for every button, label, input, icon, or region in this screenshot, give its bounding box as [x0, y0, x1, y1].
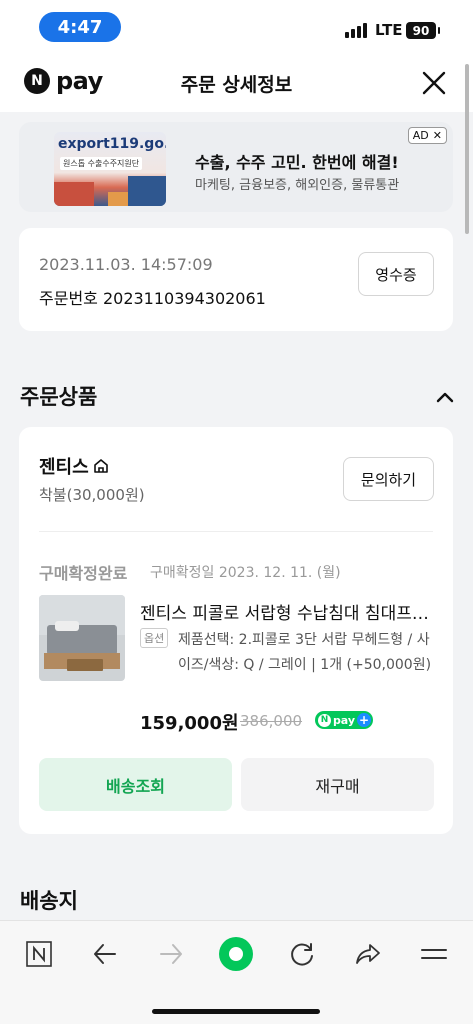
- option-text: 제품선택: 2.피콜로 3단 서랍 무헤드형 / 사이즈/색상: Q / 그레이…: [178, 632, 432, 673]
- order-datetime: 2023.11.03. 14:57:09: [39, 255, 213, 274]
- close-button[interactable]: [421, 70, 447, 96]
- original-price: 386,000: [240, 712, 303, 730]
- ad-image: export119.go.kr 원스톱 수출수주지원단: [54, 132, 166, 206]
- ad-badge[interactable]: AD ✕: [407, 127, 447, 144]
- refresh-button[interactable]: [284, 936, 320, 972]
- product-card: 젠티스 착불(30,000원) 문의하기 구매확정완료 구매확정일 2023. …: [19, 427, 453, 834]
- npay-n-icon: N: [318, 713, 331, 727]
- back-arrow-icon: [94, 944, 116, 964]
- scrollbar[interactable]: [465, 64, 469, 234]
- store-name-text: 젠티스: [39, 457, 89, 478]
- divider: [39, 531, 433, 532]
- ad-image-subtext: 원스톱 수출수주지원단: [60, 157, 143, 170]
- npay-badge-text: pay: [332, 713, 356, 727]
- naver-n-icon: [26, 941, 52, 967]
- share-icon: [356, 944, 380, 964]
- product-price: 159,000원: [140, 713, 239, 734]
- chevron-up-icon: [436, 392, 454, 403]
- product-thumbnail[interactable]: [39, 595, 125, 681]
- purchase-confirm-date: 구매확정일 2023. 12. 11. (월): [150, 565, 341, 581]
- menu-button[interactable]: [416, 936, 452, 972]
- ad-title: 수출, 수주 고민. 한번에 해결!: [195, 153, 399, 172]
- battery-level: 90: [412, 23, 430, 38]
- menu-icon: [421, 949, 447, 959]
- shipping-fee: 착불(30,000원): [39, 486, 145, 504]
- ordered-products-title: 주문상품: [20, 385, 98, 409]
- receipt-button[interactable]: 영수증: [358, 252, 434, 296]
- ad-close-icon[interactable]: ✕: [433, 129, 442, 142]
- ad-banner[interactable]: export119.go.kr 원스톱 수출수주지원단 수출, 수주 고민. 한…: [19, 122, 453, 212]
- npay-plus-badge: N pay +: [315, 711, 373, 729]
- network-label: LTE: [375, 21, 403, 39]
- ad-label: AD: [412, 129, 429, 142]
- delivery-section-title: 배송지: [20, 889, 78, 913]
- green-home-button[interactable]: [218, 936, 254, 972]
- status-time: 4:47: [39, 12, 121, 42]
- purchase-status: 구매확정완료: [39, 564, 128, 583]
- status-bar: 4:47 LTE 90: [0, 0, 473, 56]
- home-indicator[interactable]: [152, 1009, 320, 1014]
- signal-icon: [345, 22, 367, 38]
- store-name[interactable]: 젠티스: [39, 453, 110, 479]
- page-title: 주문 상세정보: [180, 74, 293, 96]
- product-name[interactable]: 젠티스 피콜로 서랍형 수납침대 침대프레임: [140, 599, 430, 624]
- browser-toolbar: [0, 920, 473, 1024]
- forward-arrow-icon: [160, 944, 182, 964]
- inquire-button[interactable]: 문의하기: [343, 457, 434, 501]
- rebuy-button[interactable]: 재구매: [241, 758, 434, 811]
- order-number: 주문번호 2023110394302061: [39, 289, 266, 308]
- back-button[interactable]: [87, 936, 123, 972]
- page-header: N pay 주문 상세정보: [0, 56, 473, 112]
- naver-home-button[interactable]: [21, 936, 57, 972]
- collapse-button[interactable]: [434, 386, 456, 408]
- track-delivery-button[interactable]: 배송조회: [39, 758, 232, 811]
- close-icon: [422, 71, 446, 95]
- plus-icon: +: [357, 713, 371, 727]
- refresh-icon: [291, 943, 313, 966]
- green-home-icon: [219, 937, 253, 971]
- share-button[interactable]: [350, 936, 386, 972]
- ad-subtitle: 마케팅, 금융보증, 해외인증, 물류통관: [195, 178, 400, 193]
- forward-button[interactable]: [153, 936, 189, 972]
- order-info-card: 2023.11.03. 14:57:09 주문번호 20231103943020…: [19, 228, 453, 331]
- battery-icon: 90: [406, 22, 440, 39]
- ad-image-url: export119.go.kr: [58, 136, 166, 152]
- store-home-icon: [93, 459, 108, 473]
- option-badge: 옵션: [140, 628, 169, 648]
